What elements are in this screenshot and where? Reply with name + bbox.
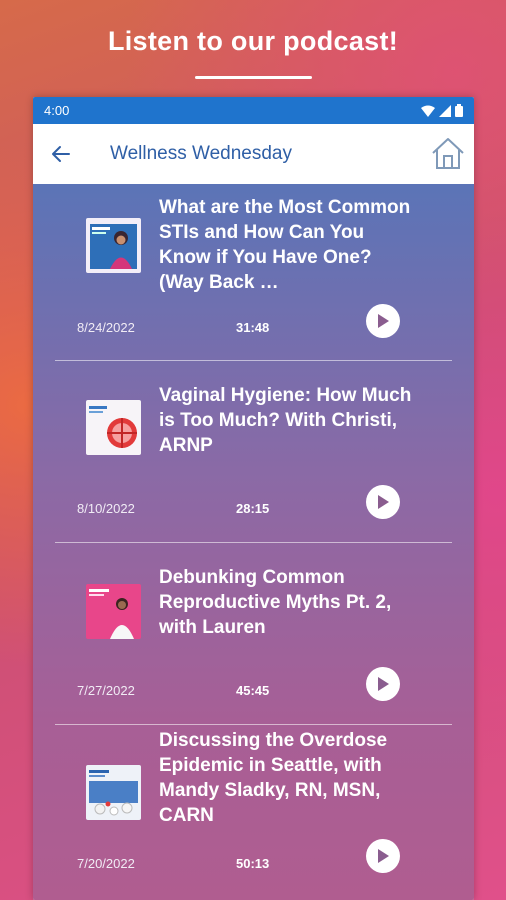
episode-thumbnail bbox=[86, 400, 141, 455]
episode-date: 8/10/2022 bbox=[77, 501, 135, 516]
signal-icon bbox=[439, 104, 451, 117]
episode-duration: 31:48 bbox=[236, 320, 270, 335]
wifi-icon bbox=[421, 105, 435, 117]
play-button[interactable] bbox=[366, 667, 400, 701]
episode-thumbnail bbox=[86, 765, 141, 820]
status-icons bbox=[421, 104, 463, 117]
status-time: 4:00 bbox=[44, 103, 70, 118]
list-item[interactable]: What are the Most Common STIs and How Ca… bbox=[33, 184, 474, 360]
play-button[interactable] bbox=[366, 304, 400, 338]
app-bar: Wellness Wednesday bbox=[33, 124, 474, 185]
episode-title[interactable]: Debunking Common Reproductive Myths Pt. … bbox=[159, 565, 419, 640]
play-icon bbox=[378, 849, 389, 863]
episode-title[interactable]: What are the Most Common STIs and How Ca… bbox=[159, 195, 419, 295]
play-icon bbox=[378, 495, 389, 509]
episode-thumbnail bbox=[86, 584, 141, 639]
episode-date: 8/24/2022 bbox=[77, 320, 135, 335]
episode-date: 7/27/2022 bbox=[77, 683, 135, 698]
episode-title[interactable]: Discussing the Overdose Epidemic in Seat… bbox=[159, 728, 419, 828]
episode-date: 7/20/2022 bbox=[77, 856, 135, 871]
episode-duration: 28:15 bbox=[236, 501, 270, 516]
episode-duration: 45:45 bbox=[236, 683, 270, 698]
battery-icon bbox=[455, 104, 463, 117]
list-item[interactable]: Debunking Common Reproductive Myths Pt. … bbox=[33, 543, 474, 724]
list-item[interactable]: Discussing the Overdose Epidemic in Seat… bbox=[33, 725, 474, 900]
play-icon bbox=[378, 677, 389, 691]
episode-title[interactable]: Vaginal Hygiene: How Much is Too Much? W… bbox=[159, 383, 419, 458]
episode-thumbnail bbox=[86, 218, 141, 273]
episode-duration: 50:13 bbox=[236, 856, 270, 871]
play-icon bbox=[378, 314, 389, 328]
home-icon[interactable] bbox=[430, 136, 466, 170]
list-item[interactable]: Vaginal Hygiene: How Much is Too Much? W… bbox=[33, 361, 474, 542]
page-title: Wellness Wednesday bbox=[110, 143, 293, 164]
phone-screen: 4:00 Wellness Wednesday What are the Mos… bbox=[33, 97, 474, 900]
play-button[interactable] bbox=[366, 839, 400, 873]
episode-list[interactable]: What are the Most Common STIs and How Ca… bbox=[33, 184, 474, 900]
status-bar: 4:00 bbox=[33, 97, 474, 124]
promo-headline: Listen to our podcast! bbox=[107, 26, 399, 56]
promo-underline bbox=[195, 76, 312, 79]
back-arrow-icon[interactable] bbox=[49, 142, 73, 166]
play-button[interactable] bbox=[366, 485, 400, 519]
